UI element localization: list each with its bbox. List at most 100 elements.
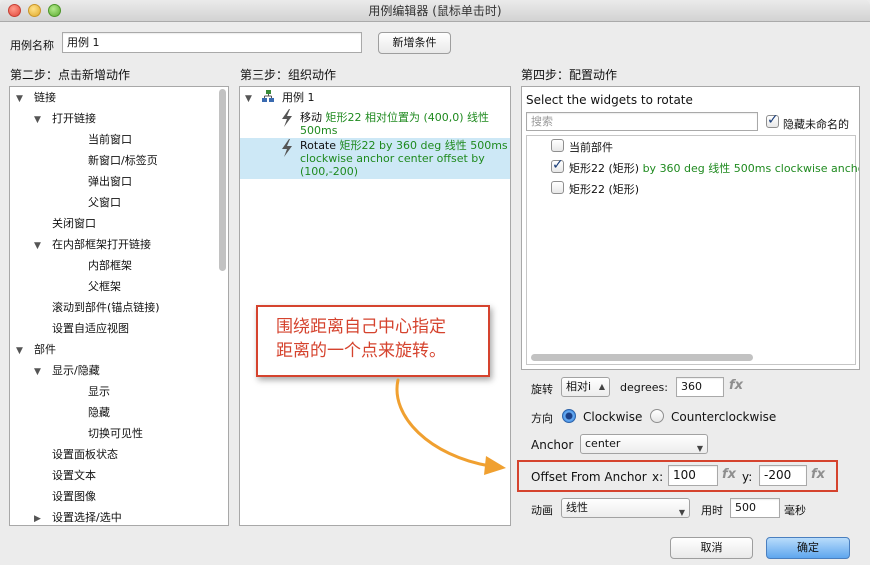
tree-item[interactable]: ▼ 部件 [10,340,56,360]
minimize-window-button[interactable] [28,4,41,17]
expand-triangle-icon[interactable]: ▼ [245,89,255,109]
offset-x-fx-button[interactable]: fx [722,467,736,482]
tree-item-label: 设置选择/选中 [52,511,122,524]
clockwise-label: Clockwise [583,410,643,424]
widget-name-text: 矩形22 (矩形) [569,162,640,175]
close-window-button[interactable] [8,4,21,17]
widget-checkbox[interactable] [551,139,564,152]
tree-item[interactable]: 内部框架 [10,256,132,276]
ok-button[interactable]: 确定 [766,537,850,559]
rotate-label: 旋转 [531,383,553,396]
tree-item[interactable]: 隐藏 [10,403,110,423]
case-name-input[interactable]: 用例 1 [62,32,362,53]
anchor-select[interactable]: center ▼ [580,434,708,454]
offset-x-input[interactable]: 100 [668,465,718,486]
offset-y-input[interactable]: -200 [759,465,807,486]
expand-triangle-icon[interactable]: ▼ [16,89,26,109]
widget-row[interactable]: 矩形22 (矩形) [527,178,855,198]
window-title: 用例编辑器 (鼠标单击时) [368,4,502,18]
widget-row[interactable]: 矩形22 (矩形) by 360 deg 线性 500ms clockwise … [527,157,859,177]
expand-triangle-icon[interactable]: ▼ [34,110,44,130]
expand-triangle-icon[interactable]: ▼ [34,236,44,256]
anchor-value: center [585,437,621,450]
tree-item-label: 打开链接 [52,112,96,125]
lightning-icon [282,109,292,127]
clockwise-radio[interactable] [562,409,576,423]
tree-item[interactable]: 父框架 [10,277,121,297]
rotate-mode-select[interactable]: 相对i ▲▼ [561,377,610,397]
degrees-fx-button[interactable]: fx [729,378,743,393]
action-tree-scrollbar[interactable] [219,89,226,271]
counterclockwise-label: Counterclockwise [671,410,777,424]
tree-item[interactable]: 设置自适应视图 [10,319,129,339]
expand-triangle-icon[interactable]: ▼ [16,341,26,361]
offset-from-anchor-label: Offset From Anchor [531,470,647,484]
case-icon [261,90,274,102]
zoom-window-button[interactable] [48,4,61,17]
tree-item-label: 设置文本 [52,469,96,482]
action-item-rotate[interactable]: Rotate 矩形22 by 360 deg 线性 500ms clockwis… [240,138,510,179]
tree-item-label: 在内部框架打开链接 [52,238,151,251]
action-detail-line2: clockwise anchor center offset by [300,152,485,165]
tree-item[interactable]: 新窗口/标签页 [10,151,158,171]
widget-list: 当前部件 矩形22 (矩形) by 360 deg 线性 500ms clock… [526,135,859,365]
lightning-icon [282,139,292,157]
tree-item[interactable]: 设置文本 [10,466,96,486]
tree-item-label: 设置面板状态 [52,448,118,461]
action-item-move[interactable]: 移动 矩形22 相对位置为 (400,0) 线性 500ms [240,109,510,137]
select-widgets-title: Select the widgets to rotate [526,93,693,107]
tree-item[interactable]: ▶ 设置选择/选中 [10,508,122,525]
case-name-label: 用例名称 [10,39,54,52]
callout-line1: 围绕距离自己中心指定 [276,317,446,337]
tree-item[interactable]: ▼ 链接 [10,88,56,108]
tree-item[interactable]: ▼ 打开链接 [10,109,96,129]
tree-item[interactable]: 关闭窗口 [10,214,96,234]
hide-unnamed-checkbox[interactable] [766,112,779,128]
animation-select[interactable]: 线性 ▼ [561,498,690,518]
widget-checkbox[interactable] [551,157,564,173]
step3-heading: 第三步：组织动作 [240,68,337,82]
tree-item[interactable]: 切换可见性 [10,424,143,444]
tree-item-label: 新窗口/标签页 [88,154,158,167]
add-condition-button[interactable]: 新增条件 [378,32,451,54]
chevron-down-icon: ▲▼ [598,382,605,391]
tree-item[interactable]: 设置图像 [10,487,96,507]
counterclockwise-radio[interactable] [650,409,664,423]
widget-list-h-scrollbar[interactable] [531,354,753,361]
degrees-input[interactable]: 360 [676,377,724,397]
collapse-triangle-icon[interactable]: ▶ [34,509,44,525]
offset-y-label: y: [742,470,753,484]
animation-value: 线性 [566,501,588,514]
widget-name: 矩形22 (矩形) [569,183,640,196]
duration-input[interactable]: 500 [730,498,780,518]
tree-item[interactable]: 显示 [10,382,110,402]
action-detail: 矩形22 by 360 deg 线性 500ms [339,139,508,152]
widget-search-input[interactable]: 搜索 [526,112,758,131]
offset-y-fx-button[interactable]: fx [811,467,825,482]
annotation-callout: 围绕距离自己中心指定 距离的一个点来旋转。 [256,305,490,377]
tree-item[interactable]: 当前窗口 [10,130,132,150]
tree-item[interactable]: 父窗口 [10,193,121,213]
duration-unit: 毫秒 [784,504,806,517]
tree-item[interactable]: 滚动到部件(锚点链接) [10,298,160,318]
step4-heading: 第四步：配置动作 [521,68,618,82]
widget-checkbox[interactable] [551,181,564,194]
tree-item[interactable]: 弹出窗口 [10,172,132,192]
action-detail-line3: (100,-200) [300,165,359,178]
tree-item-label: 部件 [34,343,56,356]
cancel-button[interactable]: 取消 [670,537,753,559]
expand-triangle-icon[interactable]: ▼ [34,362,44,382]
widget-detail: by 360 deg 线性 500ms clockwise anchor [639,162,860,175]
case-tree-row[interactable]: ▼ 用例 1 [245,88,315,108]
tree-item[interactable]: 设置面板状态 [10,445,118,465]
widget-row[interactable]: 当前部件 [527,136,855,156]
rotate-mode-value: 相对i [566,380,592,393]
tree-item-label: 当前窗口 [88,133,132,146]
degrees-label: degrees: [620,381,668,394]
tree-item-label: 设置自适应视图 [52,322,129,335]
action-detail: 矩形22 相对位置为 (400,0) 线性 [325,111,490,124]
chevron-down-icon: ▼ [678,508,685,517]
tree-item[interactable]: ▼ 显示/隐藏 [10,361,100,381]
chevron-down-icon: ▼ [696,444,703,453]
tree-item[interactable]: ▼ 在内部框架打开链接 [10,235,151,255]
